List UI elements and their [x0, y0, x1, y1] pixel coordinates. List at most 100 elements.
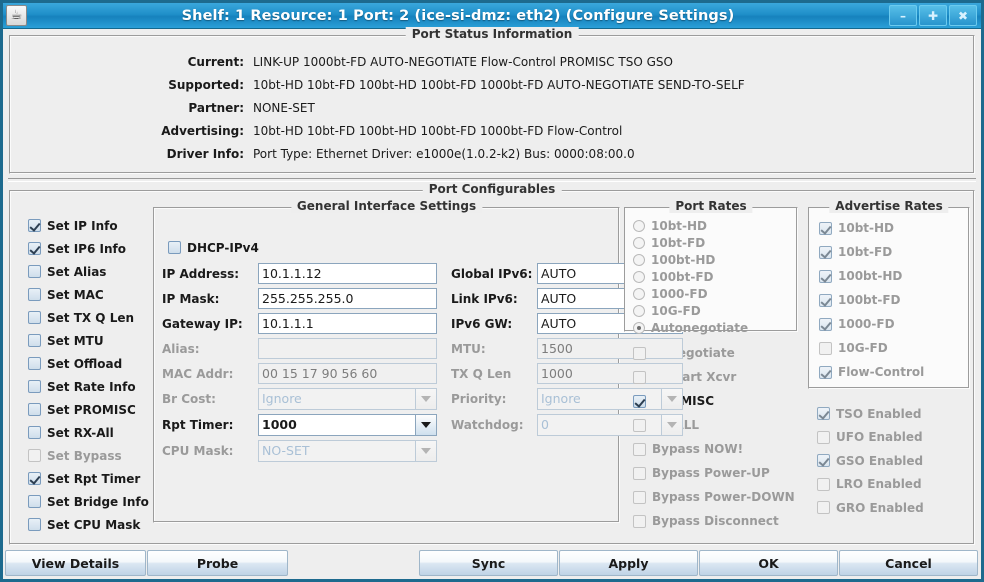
checkbox-label: Set MTU: [47, 333, 104, 348]
radio-label: 1000-FD: [651, 286, 708, 301]
checkbox-box: [817, 407, 830, 421]
combo-watchdog: 0: [537, 414, 683, 436]
label-link-ipv6: Link IPv6:: [451, 291, 518, 306]
input-mtu: 1500: [537, 338, 683, 359]
status-row: Advertising: 10bt-HD 10bt-FD 100bt-HD 10…: [10, 124, 974, 147]
label-ipv6-gw: IPv6 GW:: [451, 316, 513, 331]
label-priority: Priority:: [451, 392, 507, 406]
radio-rate-autonegotiate: Autonegotiate: [633, 319, 797, 336]
close-icon[interactable]: ✖: [949, 5, 977, 26]
radio-rate-10bt-hd: 10bt-HD: [633, 217, 797, 234]
checkbox-label: LRO Enabled: [836, 477, 922, 492]
chevron-down-icon: [662, 414, 683, 436]
label-ip-mask: IP Mask:: [162, 291, 220, 306]
chevron-down-icon: [416, 388, 437, 410]
java-cup-icon: ☕: [6, 5, 27, 26]
input-ip-mask[interactable]: 255.255.255.0: [258, 288, 437, 309]
checkbox-box: [633, 394, 646, 408]
radio-rate-10bt-fd: 10bt-FD: [633, 234, 797, 251]
checkbox-label: Set TX Q Len: [47, 310, 135, 325]
radio-rate-100bt-hd: 100bt-HD: [633, 251, 797, 268]
checkbox-set-tx-q-len[interactable]: Set TX Q Len: [28, 306, 147, 329]
checkbox-gro-enabled: GRO Enabled: [817, 496, 970, 520]
dialog-button-bar: View Details Probe Sync Apply OK Cancel: [3, 547, 981, 579]
checkbox-label: Bypass Power-UP: [652, 466, 770, 480]
checkbox-label: Set Bypass: [47, 448, 122, 463]
checkbox-label: Set Rpt Timer: [47, 471, 141, 486]
ok-button[interactable]: OK: [699, 550, 838, 576]
label-alias: Alias:: [162, 341, 200, 356]
checkbox-set-offload[interactable]: Set Offload: [28, 352, 147, 375]
checkbox-adv-100bt-hd: 100bt-HD: [819, 264, 969, 288]
window-titlebar: ☕ Shelf: 1 Resource: 1 Port: 2 (ice-si-d…: [3, 3, 981, 29]
checkbox-dhcp-ipv4[interactable]: DHCP-IPv4: [168, 236, 619, 259]
radio-circle: [633, 304, 645, 317]
checkbox-label: GRO Enabled: [836, 500, 924, 515]
combo-cpu-mask: NO-SET: [258, 440, 437, 462]
checkbox-set-alias[interactable]: Set Alias: [28, 260, 147, 283]
input-tx-q-len: 1000: [537, 363, 683, 384]
set-flags-column: Set IP Info Set IP6 Info Set Alias Set M…: [14, 207, 149, 544]
checkbox-box: [28, 518, 41, 531]
checkbox-label: DHCP-IPv4: [187, 240, 259, 255]
label-br-cost: Br Cost:: [162, 392, 216, 406]
checkbox-set-mac[interactable]: Set MAC: [28, 283, 147, 306]
checkbox-set-bridge-info[interactable]: Set Bridge Info: [28, 490, 149, 513]
checkbox-set-mtu[interactable]: Set MTU: [28, 329, 147, 352]
advertise-rates-options: 10bt-HD 10bt-FD 100bt-HD 100bt-FD 1000-F…: [809, 208, 969, 384]
probe-button[interactable]: Probe: [147, 550, 288, 576]
checkbox-label: Set IP Info: [47, 218, 118, 233]
cancel-button[interactable]: Cancel: [839, 550, 978, 576]
checkbox-set-rx-all[interactable]: Set RX-All: [28, 421, 147, 444]
checkbox-box: [28, 311, 41, 324]
radio-rate-10g-fd: 10G-FD: [633, 302, 797, 319]
checkbox-box: [633, 370, 646, 384]
checkbox-label: UFO Enabled: [836, 430, 923, 445]
radio-circle: [633, 287, 645, 300]
port-status-rows: Current: LINK-UP 1000bt-FD AUTO-NEGOTIAT…: [10, 36, 974, 170]
checkbox-box: [28, 334, 41, 347]
radio-label: 10bt-HD: [651, 218, 708, 233]
checkbox-set-rate-info[interactable]: Set Rate Info: [28, 375, 147, 398]
port-status-title: Port Status Information: [405, 27, 579, 41]
checkbox-adv-1000-fd: 1000-FD: [819, 312, 969, 336]
label-cpu-mask: CPU Mask:: [162, 444, 234, 458]
minimize-icon[interactable]: –: [889, 5, 917, 26]
checkbox-box: [817, 454, 830, 468]
checkbox-bypass-power-up: Bypass Power-UP: [633, 461, 798, 485]
radio-label: 100bt-HD: [651, 252, 716, 267]
input-ip-address[interactable]: 10.1.1.12: [258, 263, 437, 284]
advertise-rates-panel: Advertise Rates 10bt-HD 10bt-FD 100bt-HD…: [808, 199, 970, 389]
checkbox-box: [819, 317, 832, 331]
checkbox-set-ip6-info[interactable]: Set IP6 Info: [28, 237, 147, 260]
status-value: 10bt-HD 10bt-FD 100bt-HD 100bt-FD 1000bt…: [253, 124, 623, 138]
checkbox-label: Bypass Power-DOWN: [652, 490, 795, 504]
input-mac-addr: 00 15 17 90 56 60: [258, 363, 437, 384]
sync-button[interactable]: Sync: [419, 550, 558, 576]
checkbox-set-ip-info[interactable]: Set IP Info: [28, 214, 147, 237]
checkbox-label: Bypass Disconnect: [652, 514, 779, 528]
input-gateway-ip[interactable]: 10.1.1.1: [258, 313, 437, 334]
checkbox-set-cpu-mask[interactable]: Set CPU Mask: [28, 513, 147, 536]
apply-button[interactable]: Apply: [559, 550, 698, 576]
maximize-icon[interactable]: ✚: [919, 5, 947, 26]
status-label: Partner:: [188, 101, 244, 115]
status-value: 10bt-HD 10bt-FD 100bt-HD 100bt-FD 1000bt…: [253, 78, 745, 92]
view-details-button[interactable]: View Details: [5, 550, 146, 576]
combo-rpt-timer[interactable]: 1000: [258, 414, 437, 436]
checkbox-box: [819, 365, 832, 379]
chevron-down-icon[interactable]: [416, 414, 437, 436]
radio-circle: [633, 219, 645, 232]
checkbox-label: Set Bridge Info: [47, 494, 149, 509]
checkbox-label: Set MAC: [47, 287, 104, 302]
port-configurables-panel: Port Configurables Set IP Info Set IP6 I…: [9, 182, 975, 545]
checkbox-box: [817, 501, 830, 515]
port-status-panel: Port Status Information Current: LINK-UP…: [9, 27, 975, 174]
checkbox-set-rpt-timer[interactable]: Set Rpt Timer: [28, 467, 147, 490]
label-watchdog: Watchdog:: [451, 418, 524, 432]
radio-label: 10G-FD: [651, 303, 701, 318]
checkbox-bypass-power-down: Bypass Power-DOWN: [633, 485, 798, 509]
checkbox-box: [633, 490, 646, 504]
offload-flags-column: TSO Enabled UFO Enabled GSO Enabled LRO …: [800, 402, 970, 520]
checkbox-set-promisc[interactable]: Set PROMISC: [28, 398, 147, 421]
